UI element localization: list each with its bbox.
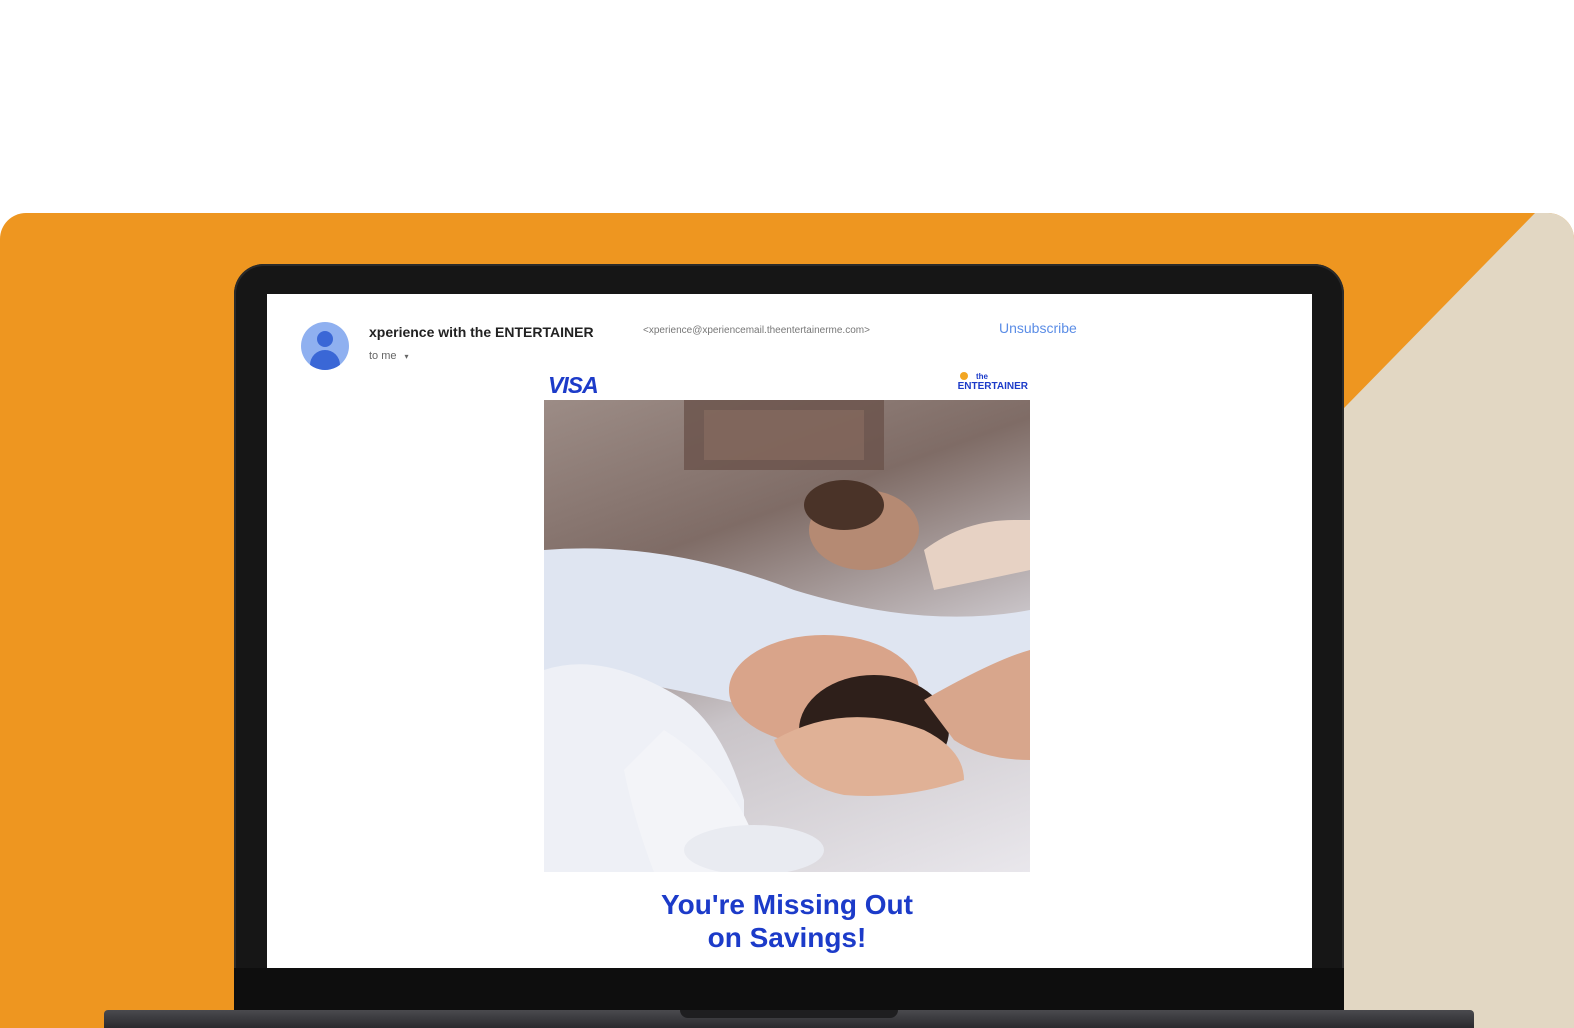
email-banner-header: VISA the ENTERTAINER: [544, 370, 1030, 402]
laptop-hinge-notch: [680, 1010, 898, 1018]
person-avatar-icon: [301, 322, 349, 370]
entertainer-logo: the ENTERTAINER: [948, 372, 1028, 398]
entertainer-logo-name: ENTERTAINER: [957, 381, 1028, 392]
spa-photo-illustration: [544, 400, 1030, 872]
sender-email: <xperience@xperiencemail.theentertainerm…: [643, 325, 870, 336]
recipient-details[interactable]: to me ▾: [369, 350, 409, 362]
visa-logo: VISA: [548, 372, 599, 398]
unsubscribe-link[interactable]: Unsubscribe: [999, 320, 1077, 336]
entertainer-logo-prefix: the: [976, 372, 988, 381]
laptop-screen: xperience with the ENTERTAINER <xperienc…: [267, 294, 1312, 969]
spa-massage-photo[interactable]: [544, 400, 1030, 872]
laptop-bezel-bottom: [234, 968, 1344, 1012]
promo-headline: You're Missing Out on Savings!: [544, 888, 1030, 954]
headline-line-2: on Savings!: [707, 922, 867, 953]
headline-line-1: You're Missing Out: [661, 889, 913, 920]
recipient-label: to me: [369, 350, 397, 362]
chevron-down-icon[interactable]: ▾: [405, 352, 409, 361]
sender-name: xperience with the ENTERTAINER: [369, 324, 594, 340]
